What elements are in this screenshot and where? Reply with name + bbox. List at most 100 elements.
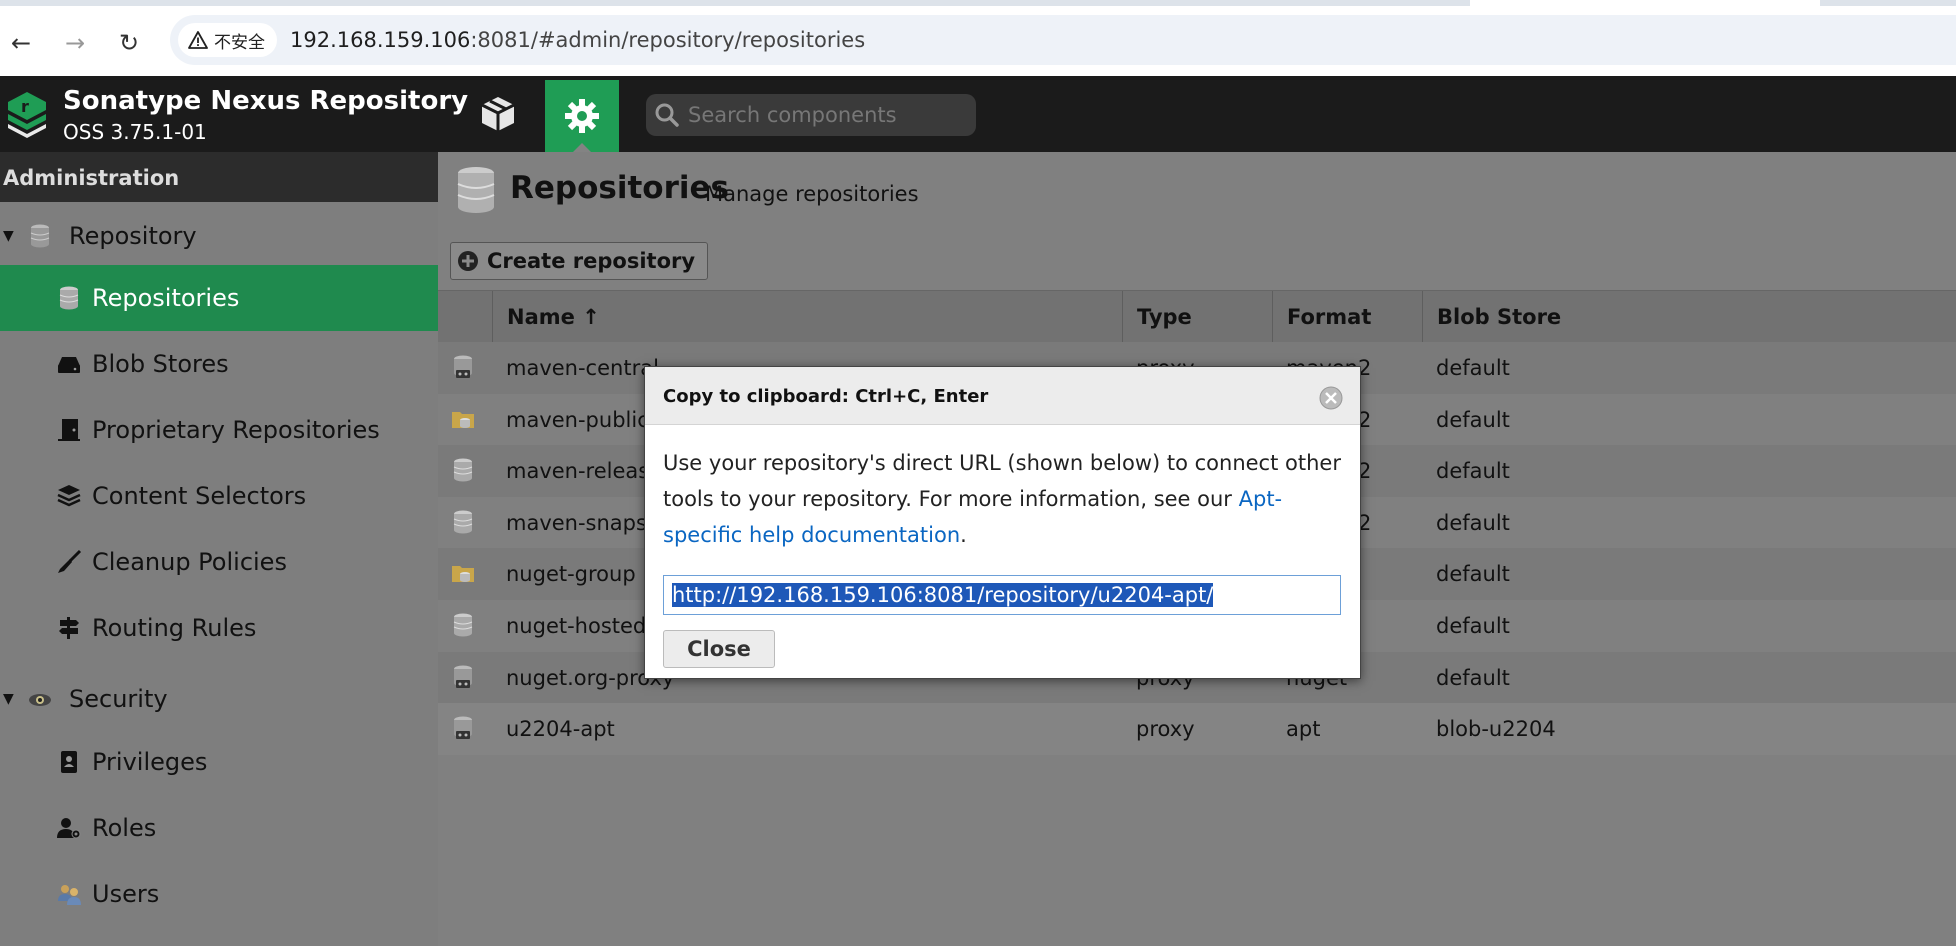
repo-blob-store: default: [1436, 459, 1510, 484]
repo-blob-store: default: [1436, 562, 1510, 587]
column-blob-store[interactable]: Blob Store: [1422, 291, 1956, 343]
repo-type: proxy: [1136, 717, 1195, 742]
caret-down-icon: ▼: [3, 228, 14, 244]
reload-icon[interactable]: ↻: [114, 28, 144, 58]
sidebar-item-label: Cleanup Policies: [92, 548, 287, 576]
sidebar-item-content-selectors[interactable]: Content Selectors: [0, 463, 438, 529]
url-text[interactable]: 192.168.159.106:8081/#admin/repository/r…: [290, 28, 865, 52]
group-folder-icon: [452, 411, 474, 428]
dialog-title: Copy to clipboard: Ctrl+C, Enter: [663, 386, 989, 407]
sidebar-item-proprietary-repositories[interactable]: Proprietary Repositories: [0, 397, 438, 463]
sidebar-item-label: Proprietary Repositories: [92, 416, 380, 444]
sidebar-item-label: Repositories: [92, 284, 240, 312]
admin-mode-button[interactable]: [545, 80, 619, 153]
app-header: r Sonatype Nexus Repository OSS 3.75.1-0…: [0, 76, 1956, 153]
sidebar-item-roles[interactable]: Roles: [0, 795, 438, 861]
signpost-icon: [59, 617, 79, 639]
sidebar-item-repositories[interactable]: Repositories: [0, 265, 438, 331]
hard-drive-icon: [58, 357, 80, 373]
broom-icon: [58, 549, 82, 573]
forward-icon[interactable]: →: [60, 28, 90, 58]
table-row[interactable]: u2204-apt proxy apt blob-u2204: [438, 703, 1956, 755]
sidebar-item-cleanup-policies[interactable]: Cleanup Policies: [0, 529, 438, 595]
database-icon: [59, 286, 79, 310]
sidebar-item-users[interactable]: Users: [0, 861, 438, 927]
sidebar-item-label: Content Selectors: [92, 482, 307, 510]
dialog-message: Use your repository's direct URL (shown …: [663, 445, 1353, 553]
sidebar-item-label: Privileges: [92, 748, 208, 776]
sort-ascending-icon: ↑: [582, 305, 600, 329]
browser-toolbar: ← → ↻ 不安全 192.168.159.106:8081/#admin/re…: [0, 6, 1956, 76]
selected-url-text: http://192.168.159.106:8081/repository/u…: [672, 583, 1214, 607]
copy-url-dialog: Copy to clipboard: Ctrl+C, Enter Use you…: [644, 366, 1361, 679]
sidebar-item-routing-rules[interactable]: Routing Rules: [0, 595, 438, 661]
column-format[interactable]: Format: [1272, 291, 1422, 343]
column-name[interactable]: Name ↑: [492, 291, 1122, 343]
page-subtitle: Manage repositories: [705, 182, 919, 206]
create-repository-label: Create repository: [487, 249, 696, 273]
plus-circle-icon: [458, 251, 478, 271]
repo-name[interactable]: nuget-hosted: [506, 614, 646, 638]
repository-url-field[interactable]: http://192.168.159.106:8081/repository/u…: [663, 575, 1341, 615]
repo-blob-store: default: [1436, 510, 1510, 535]
page-title: Repositories: [510, 170, 729, 206]
eye-icon: [29, 694, 51, 706]
sidebar-heading: Administration: [0, 152, 438, 202]
search-input[interactable]: [688, 103, 968, 127]
nexus-logo-icon: r: [8, 92, 46, 138]
sidebar-group-label: Security: [69, 685, 168, 713]
warning-icon: [188, 31, 208, 49]
search-box[interactable]: [646, 94, 976, 136]
close-icon[interactable]: [1318, 385, 1344, 411]
layers-icon: [57, 485, 81, 507]
hosted-icon: [453, 613, 473, 637]
svg-text:r: r: [21, 97, 29, 116]
sidebar-group-repository[interactable]: ▼ Repository: [0, 211, 438, 261]
repo-blob-store: default: [1436, 356, 1510, 380]
repo-blob-store: blob-u2204: [1436, 717, 1556, 742]
sidebar-item-label: Blob Stores: [92, 350, 229, 378]
database-icon: [30, 224, 50, 248]
repo-name[interactable]: maven-public: [506, 408, 649, 432]
dialog-message-end: .: [960, 523, 967, 547]
gear-icon: [565, 99, 599, 133]
proxy-icon: [454, 716, 472, 740]
sidebar-group-security[interactable]: ▼ Security: [0, 674, 438, 724]
url-path: :8081/#admin/repository/repositories: [470, 28, 866, 52]
url-host: 192.168.159.106: [290, 28, 471, 52]
close-button[interactable]: Close: [663, 630, 775, 668]
back-icon[interactable]: ←: [6, 28, 36, 58]
security-indicator[interactable]: 不安全: [178, 23, 277, 57]
address-bar[interactable]: 不安全 192.168.159.106:8081/#admin/reposito…: [170, 15, 1956, 65]
sidebar-group-label: Repository: [69, 222, 197, 250]
browse-mode-button[interactable]: [470, 86, 526, 142]
repo-name[interactable]: maven-central: [506, 356, 659, 380]
repo-format: apt: [1286, 717, 1321, 742]
search-icon: [655, 103, 679, 127]
dialog-header: Copy to clipboard: Ctrl+C, Enter: [645, 367, 1360, 425]
caret-down-icon: ▼: [3, 691, 14, 707]
security-label: 不安全: [214, 32, 265, 53]
create-repository-button[interactable]: Create repository: [450, 242, 709, 280]
user-gear-icon: [57, 818, 81, 839]
users-icon: [58, 885, 81, 905]
sidebar-item-label: Routing Rules: [92, 614, 257, 642]
proxy-icon: [454, 355, 472, 378]
hosted-icon: [453, 510, 473, 534]
cube-icon: [481, 97, 515, 131]
column-type[interactable]: Type: [1122, 291, 1272, 343]
repo-name[interactable]: u2204-apt: [506, 717, 615, 741]
sidebar-item-privileges[interactable]: Privileges: [0, 729, 438, 795]
badge-icon: [61, 751, 77, 773]
database-icon: [457, 167, 495, 213]
sidebar-item-label: Users: [92, 880, 160, 908]
hosted-icon: [453, 458, 473, 482]
repo-name[interactable]: nuget-group: [506, 562, 636, 586]
repo-blob-store: default: [1436, 613, 1510, 638]
page-header: Repositories Manage repositories: [438, 152, 1956, 232]
door-icon: [58, 419, 80, 441]
proxy-icon: [454, 665, 472, 688]
table-header: Name ↑ Type Format Blob Store: [438, 290, 1956, 343]
column-label: Name: [507, 305, 575, 329]
sidebar-item-blob-stores[interactable]: Blob Stores: [0, 331, 438, 397]
